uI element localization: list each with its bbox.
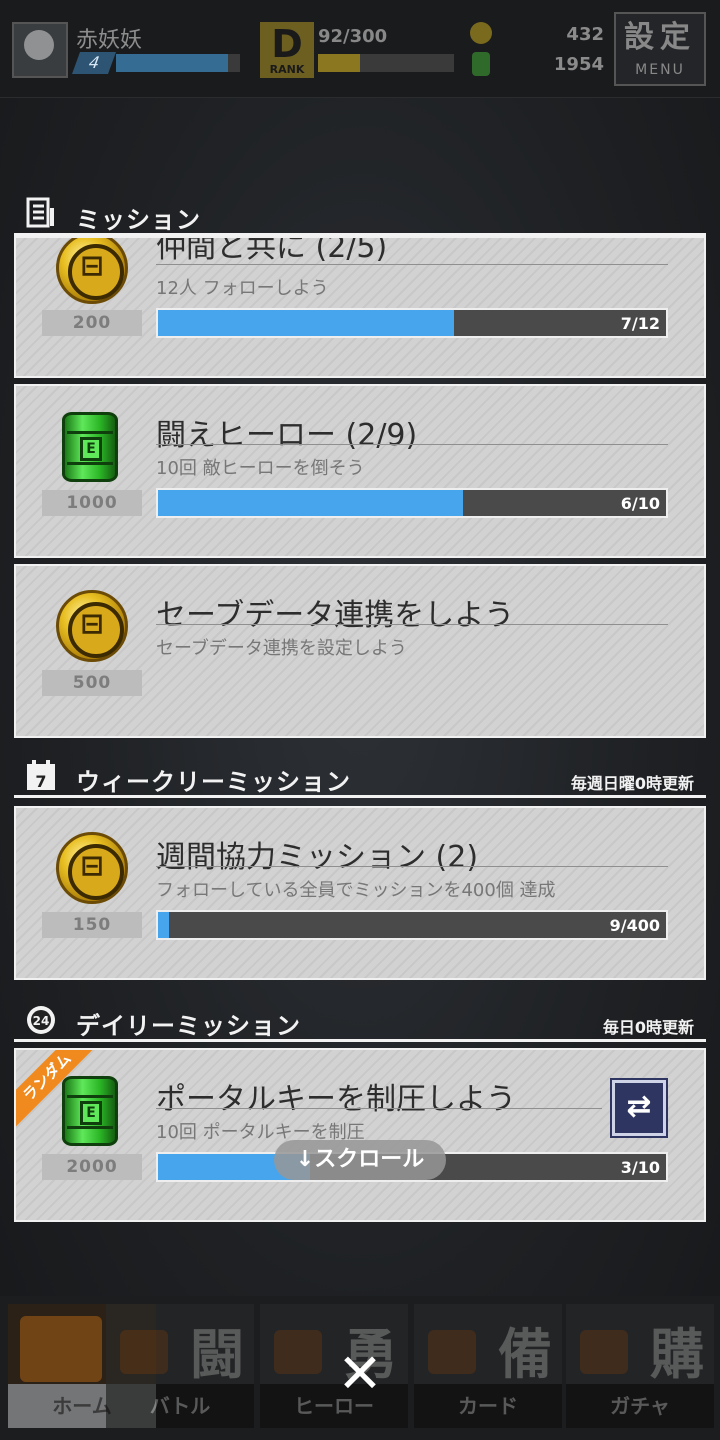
avatar[interactable] [12, 22, 68, 78]
status-bar: 赤妖妖 4 D RANK 92/300 432 1954 設定 MENU [0, 0, 720, 98]
progress-count: 7/12 [620, 314, 660, 333]
mission-title: ポータルキーを制圧しよう [156, 1082, 516, 1117]
mission-description: 10回 敵ヒーローを倒そう [156, 458, 365, 479]
clock-24-icon: 24 [27, 1006, 55, 1034]
green-amount: 1954 [553, 54, 604, 75]
progress-bar: 7/12 [156, 308, 668, 338]
gold-amount: 432 [566, 24, 604, 45]
mission-description: フォローしている全員でミッションを400個 達成 [156, 880, 556, 901]
home-icon [20, 1316, 102, 1382]
svg-text:7: 7 [35, 772, 46, 791]
refresh-icon: ⇄ [626, 1089, 652, 1124]
mission-title: セーブデータ連携をしよう [156, 598, 515, 633]
gold-coin-icon [470, 22, 492, 44]
refresh-button[interactable]: ⇄ [612, 1080, 666, 1136]
document-icon [26, 197, 54, 228]
nav-gacha[interactable]: 購 ガチャ [566, 1304, 714, 1428]
close-button[interactable]: ✕ [334, 1347, 386, 1401]
exp-bar [116, 54, 240, 72]
green-can-icon: E [62, 1076, 118, 1146]
coin-icon: ⊟ [56, 238, 128, 304]
mission-description: 12人 フォローしよう [156, 278, 329, 299]
rank-icon: D RANK [260, 22, 314, 78]
coin-icon: ⊟ [56, 832, 128, 904]
reward-amount: 150 [42, 912, 142, 938]
menu-button[interactable]: 設定 MENU [614, 12, 706, 86]
hero-icon [274, 1330, 322, 1374]
gamepad-icon [120, 1330, 168, 1374]
player-level: 4 [71, 52, 117, 74]
coin-icon: ⊟ [56, 590, 128, 662]
mission-card[interactable]: ⊟ 週間協力ミッション (2) フォローしている全員でミッションを400個 達成… [14, 806, 706, 980]
mission-card[interactable]: E 闘えヒーロー (2/9) 10回 敵ヒーローを倒そう 1000 6/10 [14, 384, 706, 558]
reward-amount: 200 [42, 310, 142, 336]
section-daily: 24 デイリーミッション 毎日0時更新 [14, 1002, 706, 1042]
svg-text:24: 24 [33, 1014, 50, 1028]
nav-battle[interactable]: 闘 バトル [106, 1304, 254, 1428]
menu-label: MENU [635, 62, 685, 78]
reset-note: 毎日0時更新 [602, 1018, 694, 1037]
menu-kanji: 設定 [624, 20, 696, 55]
calendar-icon: 7 [27, 760, 55, 791]
mission-card[interactable]: ランダム E ポータルキーを制圧しよう 10回 ポータルキーを制圧 ⇄ 2000… [14, 1048, 706, 1222]
close-icon: ✕ [337, 1342, 383, 1405]
green-can-icon: E [62, 412, 118, 482]
player-name: 赤妖妖 [76, 28, 143, 53]
scroll-hint: ↓スクロール [274, 1140, 446, 1180]
section-weekly: 7 ウィークリーミッション 毎週日曜0時更新 [14, 758, 706, 798]
mission-card[interactable]: ⊟ セーブデータ連携をしよう セーブデータ連携を設定しよう 500 [14, 564, 706, 738]
progress-count: 6/10 [620, 494, 660, 513]
section-title: ウィークリーミッション [76, 768, 351, 796]
progress-bar: 6/10 [156, 488, 668, 518]
cards-icon [428, 1330, 476, 1374]
gacha-icon [580, 1330, 628, 1374]
reward-amount: 1000 [42, 490, 142, 516]
progress-count: 3/10 [620, 1158, 660, 1177]
mission-title: 闘えヒーロー (2/9) [156, 418, 418, 453]
mission-card[interactable]: ⊟ 仲間と共に (2/5) 12人 フォローしよう 200 7/12 [14, 236, 706, 378]
section-title: ミッション [76, 206, 201, 234]
rank-progress-text: 92/300 [318, 26, 388, 47]
rank-progress-bar [318, 54, 454, 72]
mission-description: セーブデータ連携を設定しよう [156, 638, 407, 659]
reset-note: 毎週日曜0時更新 [570, 774, 694, 793]
section-title: デイリーミッション [76, 1012, 301, 1040]
mission-title: 仲間と共に (2/5) [156, 236, 388, 265]
progress-count: 9/400 [609, 916, 660, 935]
progress-bar: 9/400 [156, 910, 668, 940]
reward-amount: 500 [42, 670, 142, 696]
mission-title: 週間協力ミッション (2) [156, 840, 479, 875]
section-missions: ミッション [14, 196, 706, 236]
green-can-icon [472, 52, 490, 76]
reward-amount: 2000 [42, 1154, 142, 1180]
nav-card[interactable]: 備 カード [414, 1304, 562, 1428]
